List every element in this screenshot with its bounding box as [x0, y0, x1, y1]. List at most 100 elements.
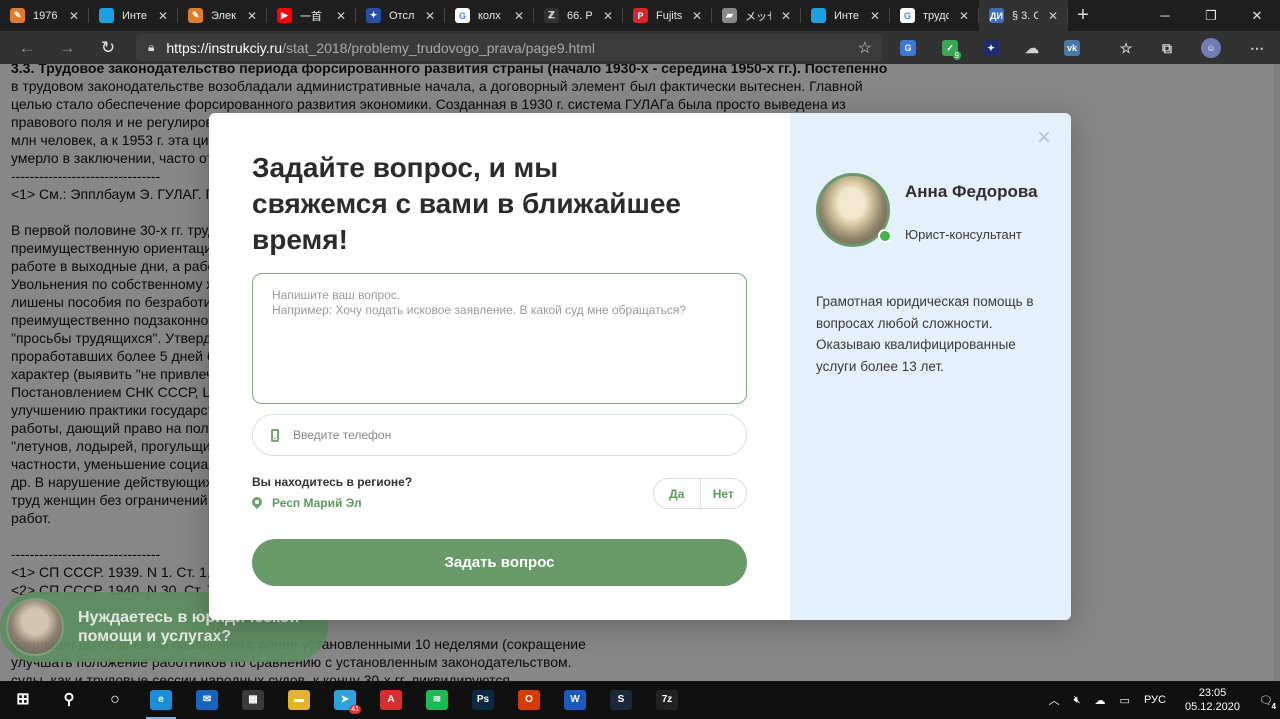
submit-question-button[interactable]: Задать вопрос: [252, 539, 747, 586]
office-icon: O: [518, 690, 540, 710]
windows-taskbar: ⊞ ⚲ ○ e ✉ ▦ ▬ ➤ 41 A ≋ Ps O W S 7z ︿ 🔇︎ ☁ ▭ РУС 23:0…: [0, 681, 1280, 719]
taskbar-app-office-icon[interactable]: O: [506, 681, 552, 719]
notifications-icon[interactable]: 🗨︎ 4: [1252, 694, 1280, 711]
system-tray: ︿ 🔇︎ ☁ ▭ РУС 23:05 05.12.2020 🗨︎ 4: [1042, 681, 1280, 719]
network-icon[interactable]: ▭: [1113, 694, 1137, 707]
tab-title: § 3. С: [1012, 9, 1038, 22]
shield-extension-icon[interactable]: ✦: [976, 31, 1006, 64]
taskbar-app-spotify-icon[interactable]: ≋: [414, 681, 460, 719]
clock[interactable]: 23:05 05.12.2020: [1173, 686, 1252, 714]
forward-arrow-icon[interactable]: →: [47, 31, 87, 64]
close-modal-icon[interactable]: ×: [1033, 126, 1055, 150]
7zip-icon: 7z: [656, 690, 678, 710]
profile-avatar[interactable]: ☺: [1196, 31, 1226, 64]
explorer-icon: ▬: [288, 690, 310, 710]
tab-title: Отсл: [389, 9, 415, 22]
taskbar-app-7zip-icon[interactable]: 7z: [644, 681, 690, 719]
phone-field[interactable]: [252, 414, 747, 456]
browser-tab[interactable]: Инте ✕: [801, 0, 890, 31]
favorites-icon[interactable]: ☆: [1111, 31, 1141, 64]
taskbar-app-acrobat-icon[interactable]: A: [368, 681, 414, 719]
browser-tab[interactable]: ✎ Элек ✕: [178, 0, 267, 31]
tab-close-icon[interactable]: ✕: [423, 9, 437, 23]
adguard-extension-icon[interactable]: ✓ 9: [935, 31, 965, 64]
tab-close-icon[interactable]: ✕: [334, 9, 348, 23]
taskbar-app-steam-icon[interactable]: S: [598, 681, 644, 719]
tab-close-icon[interactable]: ✕: [690, 9, 704, 23]
browser-tab[interactable]: ДИ § 3. С ✕: [979, 0, 1068, 31]
reload-icon[interactable]: ↻: [88, 31, 128, 64]
close-window-icon[interactable]: ✕: [1234, 0, 1280, 31]
taskbar-app-edge-icon[interactable]: e: [138, 681, 184, 719]
region-yes-button[interactable]: Да: [654, 479, 700, 508]
show-hidden-icons-icon[interactable]: ︿: [1042, 692, 1067, 708]
vk-extension-icon[interactable]: vk: [1057, 31, 1087, 64]
task-view-icon[interactable]: ○: [92, 681, 138, 719]
input-language[interactable]: РУС: [1137, 694, 1173, 706]
question-textarea[interactable]: [252, 273, 747, 404]
region-question: Вы находитесь в регионе?: [252, 475, 413, 489]
minimize-icon[interactable]: ─: [1142, 0, 1188, 31]
favorite-star-icon[interactable]: ☆: [858, 38, 872, 58]
tab-close-icon[interactable]: ✕: [868, 9, 882, 23]
photoshop-icon: Ps: [472, 690, 494, 710]
browser-tab[interactable]: Gколх ✕: [445, 0, 534, 31]
taskbar-app-store-icon[interactable]: ▦: [230, 681, 276, 719]
phone-input[interactable]: [293, 428, 713, 442]
restore-icon[interactable]: ❐: [1188, 0, 1234, 31]
tab-favicon-icon: [811, 8, 826, 23]
tab-close-icon[interactable]: ✕: [601, 9, 615, 23]
browser-tab[interactable]: ℤ 66. Р ✕: [534, 0, 623, 31]
tab-close-icon[interactable]: ✕: [1046, 9, 1060, 23]
mail-icon: ✉: [196, 690, 218, 710]
edge-icon: e: [150, 690, 172, 710]
translate-extension-icon[interactable]: G: [893, 31, 923, 64]
map-pin-icon: [252, 497, 262, 509]
browser-tab[interactable]: ✎ 1976 ✕: [0, 0, 89, 31]
taskbar-app-word-icon[interactable]: W: [552, 681, 598, 719]
tab-close-icon[interactable]: ✕: [245, 9, 259, 23]
browser-tab[interactable]: Инте ✕: [89, 0, 178, 31]
browser-tab[interactable]: P Fujits ✕: [623, 0, 712, 31]
tab-close-icon[interactable]: ✕: [779, 9, 793, 23]
steam-icon: S: [610, 690, 632, 710]
question-modal: Задайте вопрос, и мы свяжемся с вами в б…: [209, 113, 1071, 620]
cloud-extension-icon[interactable]: ☁: [1017, 31, 1047, 64]
modal-title: Задайте вопрос, и мы свяжемся с вами в б…: [252, 152, 681, 255]
browser-tab[interactable]: ▰ メッセ ✕: [712, 0, 801, 31]
region-location: Респ Марий Эл: [252, 496, 362, 510]
tab-close-icon[interactable]: ✕: [156, 9, 170, 23]
clock-time: 23:05: [1198, 687, 1227, 699]
onedrive-cloud-icon[interactable]: ☁: [1088, 694, 1113, 707]
tab-close-icon[interactable]: ✕: [67, 9, 81, 23]
taskbar-app-telegram-icon[interactable]: ➤ 41: [322, 681, 368, 719]
tab-favicon-icon: ▰: [722, 8, 737, 23]
taskbar-app-explorer-icon[interactable]: ▬: [276, 681, 322, 719]
online-status-dot: [878, 229, 892, 243]
unread-badge: 41: [349, 705, 361, 714]
window-controls: ─ ❐ ✕: [1142, 0, 1280, 31]
back-arrow-icon[interactable]: ←: [7, 31, 47, 64]
collections-icon[interactable]: ⧉: [1152, 31, 1182, 64]
phone-icon: [271, 428, 279, 442]
store-icon: ▦: [242, 690, 264, 710]
start-windows-icon[interactable]: ⊞: [0, 681, 46, 719]
address-bar[interactable]: 🔒︎ https://instrukciy.ru/stat_2018/probl…: [136, 34, 882, 61]
region-no-button[interactable]: Нет: [699, 479, 747, 508]
browser-tab[interactable]: Gтрудс ✕: [890, 0, 979, 31]
tab-favicon-icon: ✎: [188, 8, 203, 23]
tab-title: колх: [478, 9, 501, 22]
browser-tab[interactable]: ▶ 一首 ✕: [267, 0, 356, 31]
tab-close-icon[interactable]: ✕: [512, 9, 526, 23]
taskbar-app-photoshop-icon[interactable]: Ps: [460, 681, 506, 719]
new-tab-button[interactable]: +: [1068, 4, 1098, 27]
chat-avatar: [6, 598, 64, 656]
tab-favicon-icon: P: [633, 8, 648, 23]
tab-title: メッセ: [745, 10, 771, 23]
search-icon[interactable]: ⚲: [46, 681, 92, 719]
more-menu-icon[interactable]: ⋯: [1242, 31, 1272, 64]
taskbar-app-mail-icon[interactable]: ✉: [184, 681, 230, 719]
volume-muted-icon[interactable]: 🔇︎: [1067, 694, 1088, 707]
tab-close-icon[interactable]: ✕: [957, 9, 971, 23]
browser-tab[interactable]: ✦ Отсл ✕: [356, 0, 445, 31]
